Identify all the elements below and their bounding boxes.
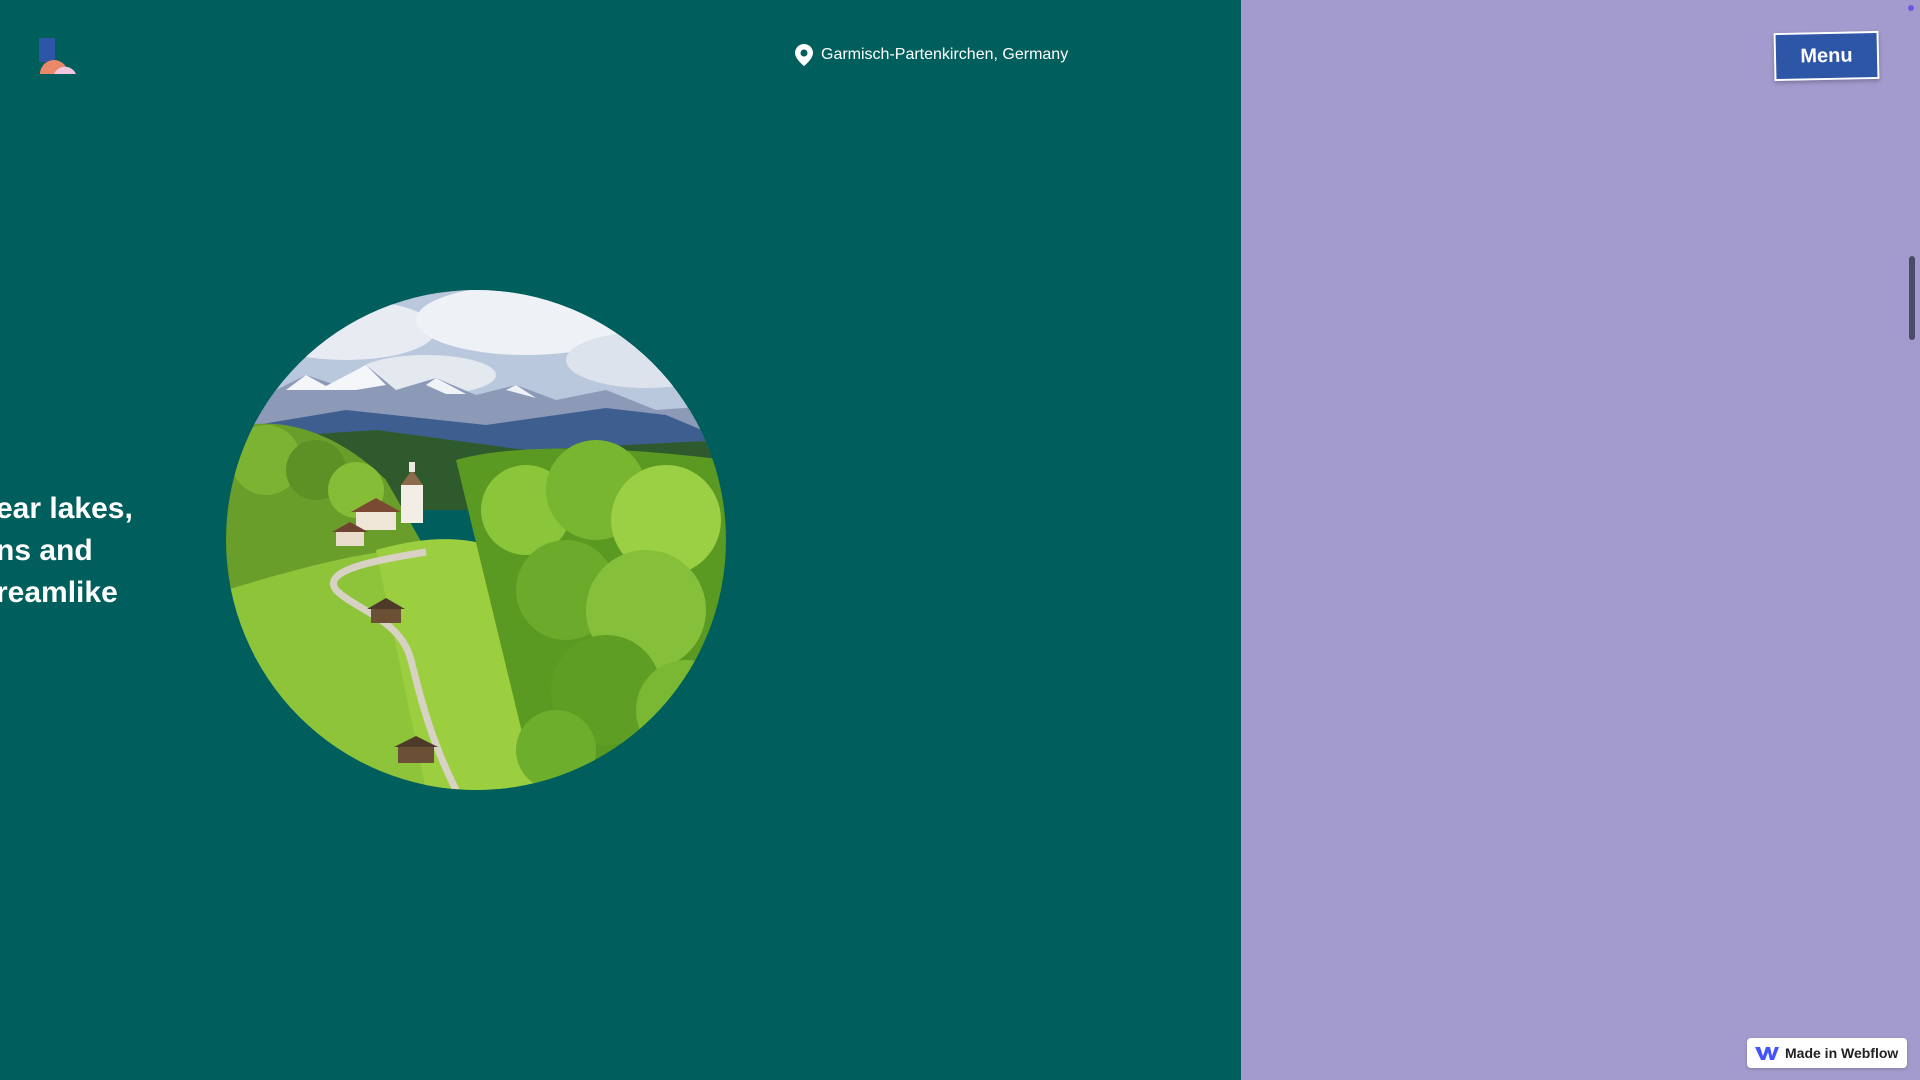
location-text: Garmisch-Partenkirchen, Germany <box>821 46 1069 63</box>
webflow-logo-icon <box>1755 1045 1779 1061</box>
made-in-webflow-badge[interactable]: Made in Webflow <box>1747 1038 1907 1068</box>
headline-line: ns and <box>0 534 93 567</box>
scrollbar-thumb[interactable] <box>1909 256 1915 340</box>
menu-button[interactable]: Menu <box>1773 30 1880 82</box>
hero-headline: ear lakes, ns and reamlike <box>0 488 133 614</box>
map-pin-icon <box>795 44 813 66</box>
brand-logo-icon[interactable] <box>38 38 76 76</box>
right-panel <box>1241 0 1920 1080</box>
landscape-photo <box>226 290 726 790</box>
corner-dot <box>1908 5 1914 11</box>
location-label: Garmisch-Partenkirchen, Germany <box>795 44 1068 66</box>
webflow-badge-label: Made in Webflow <box>1785 1045 1899 1061</box>
headline-line: ear lakes, <box>0 492 133 525</box>
page: Garmisch-Partenkirchen, Germany Menu ear… <box>0 0 1920 1080</box>
headline-line: reamlike <box>0 576 118 609</box>
